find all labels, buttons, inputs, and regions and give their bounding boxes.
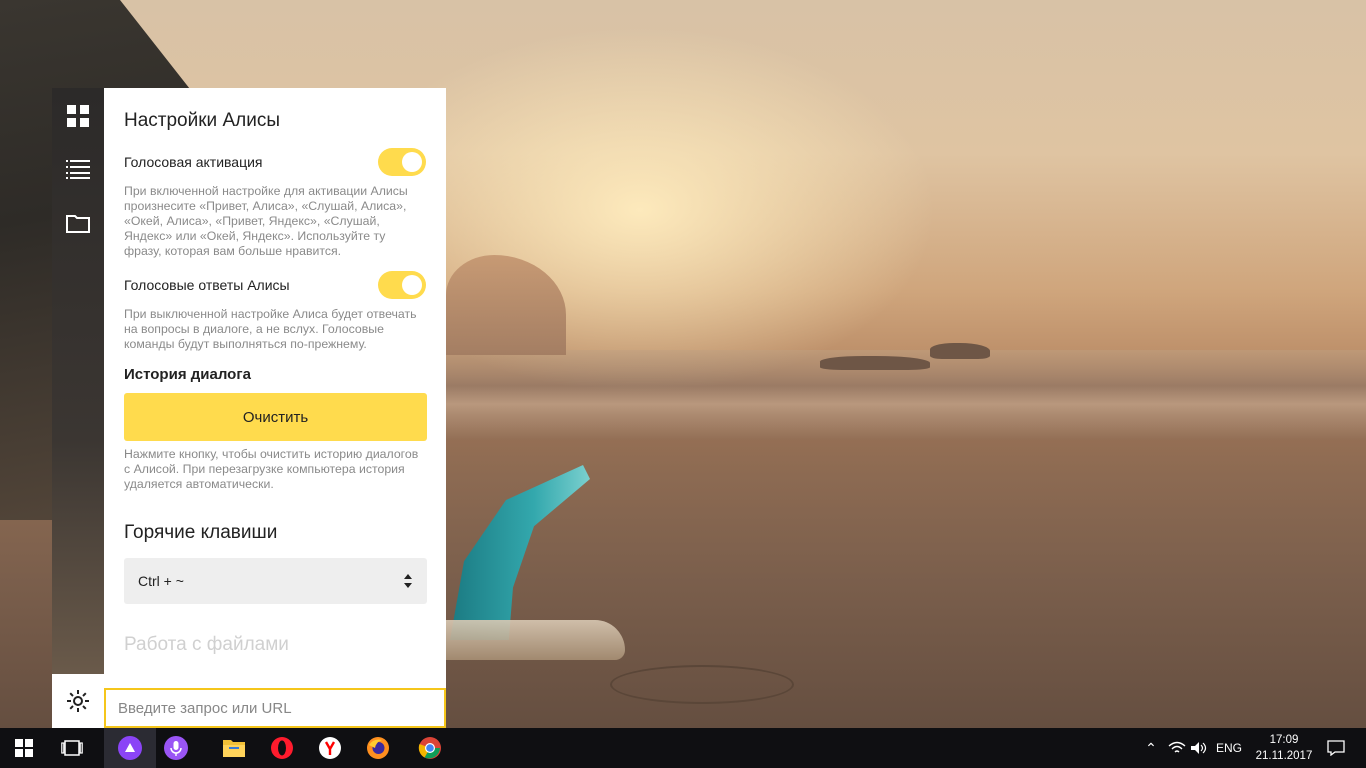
sidebar-item-apps[interactable] bbox=[52, 92, 104, 140]
chevron-up-icon[interactable]: ⌃ bbox=[1140, 740, 1162, 757]
volume-icon[interactable] bbox=[1190, 741, 1208, 755]
history-title: История диалога bbox=[124, 366, 251, 383]
alice-icon bbox=[118, 736, 142, 760]
taskbar-firefox[interactable] bbox=[354, 728, 402, 768]
voice-activation-toggle[interactable] bbox=[378, 148, 426, 176]
voice-answers-row: Голосовые ответы Алисы bbox=[124, 271, 426, 299]
task-view-icon bbox=[61, 740, 83, 756]
grid-icon bbox=[67, 105, 89, 127]
chrome-icon bbox=[418, 737, 441, 759]
alice-settings-panel: Настройки Алисы Голосовая активация При … bbox=[104, 88, 446, 688]
task-view-button[interactable] bbox=[48, 728, 96, 768]
search-input[interactable] bbox=[106, 690, 444, 726]
wifi-icon[interactable] bbox=[1168, 741, 1186, 755]
notifications-button[interactable] bbox=[1316, 728, 1356, 768]
list-icon bbox=[66, 160, 90, 179]
system-tray: ⌃ ENG bbox=[1140, 728, 1242, 768]
hotkeys-title: Горячие клавиши bbox=[124, 522, 278, 543]
voice-answers-toggle[interactable] bbox=[378, 271, 426, 299]
taskbar: ⌃ ENG 17:09 21.11.2017 bbox=[0, 728, 1366, 768]
hotkey-select[interactable]: Ctrl + ~ bbox=[124, 558, 427, 604]
taskbar-voice[interactable] bbox=[152, 728, 200, 768]
wallpaper-leash bbox=[610, 665, 794, 704]
search-box bbox=[104, 688, 446, 728]
voice-answers-label: Голосовые ответы Алисы bbox=[124, 277, 290, 293]
hotkey-selected-value: Ctrl + ~ bbox=[138, 573, 184, 589]
windows-start-icon bbox=[15, 739, 33, 757]
start-button[interactable] bbox=[0, 728, 48, 768]
wallpaper-surfboard bbox=[445, 620, 625, 660]
opera-icon bbox=[271, 737, 293, 759]
taskbar-yandex-browser[interactable] bbox=[306, 728, 354, 768]
sidebar-item-list[interactable] bbox=[52, 145, 104, 193]
gear-icon bbox=[67, 690, 89, 712]
taskbar-file-explorer[interactable] bbox=[210, 728, 258, 768]
clock-time: 17:09 bbox=[1269, 734, 1299, 746]
taskbar-clock[interactable]: 17:09 21.11.2017 bbox=[1252, 732, 1316, 764]
taskbar-opera[interactable] bbox=[258, 728, 306, 768]
wallpaper-rock bbox=[820, 356, 930, 370]
sidebar-item-files[interactable] bbox=[52, 199, 104, 247]
clear-history-button[interactable]: Очистить bbox=[124, 393, 427, 441]
file-explorer-icon bbox=[223, 740, 245, 757]
notification-icon bbox=[1327, 740, 1345, 756]
microphone-icon bbox=[164, 736, 188, 760]
settings-button[interactable] bbox=[52, 674, 104, 728]
files-title: Работа с файлами bbox=[124, 634, 289, 655]
taskbar-chrome[interactable] bbox=[406, 728, 454, 768]
wallpaper-rock bbox=[930, 343, 990, 359]
firefox-icon bbox=[367, 737, 389, 759]
voice-activation-label: Голосовая активация bbox=[124, 154, 263, 170]
clock-date: 21.11.2017 bbox=[1255, 750, 1313, 762]
voice-answers-description: При выключенной настройке Алиса будет от… bbox=[124, 307, 417, 351]
history-description: Нажмите кнопку, чтобы очистить историю д… bbox=[124, 447, 419, 491]
select-arrows-icon bbox=[404, 574, 412, 588]
toggle-knob bbox=[402, 152, 422, 172]
taskbar-alice[interactable] bbox=[104, 728, 156, 768]
page-title: Настройки Алисы bbox=[124, 110, 280, 131]
alice-sidebar bbox=[52, 88, 104, 674]
voice-activation-description: При включенной настройке для активации А… bbox=[124, 184, 408, 258]
voice-activation-row: Голосовая активация bbox=[124, 148, 426, 176]
folder-icon bbox=[66, 215, 90, 233]
language-indicator[interactable]: ENG bbox=[1216, 741, 1242, 755]
toggle-knob bbox=[402, 275, 422, 295]
yandex-browser-icon bbox=[319, 737, 341, 759]
